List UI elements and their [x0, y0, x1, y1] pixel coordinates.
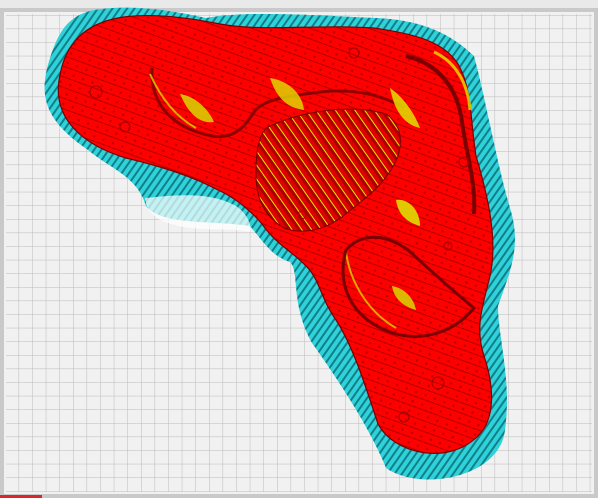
build-plate[interactable]	[0, 0, 598, 498]
3d-viewport[interactable]	[0, 0, 598, 498]
